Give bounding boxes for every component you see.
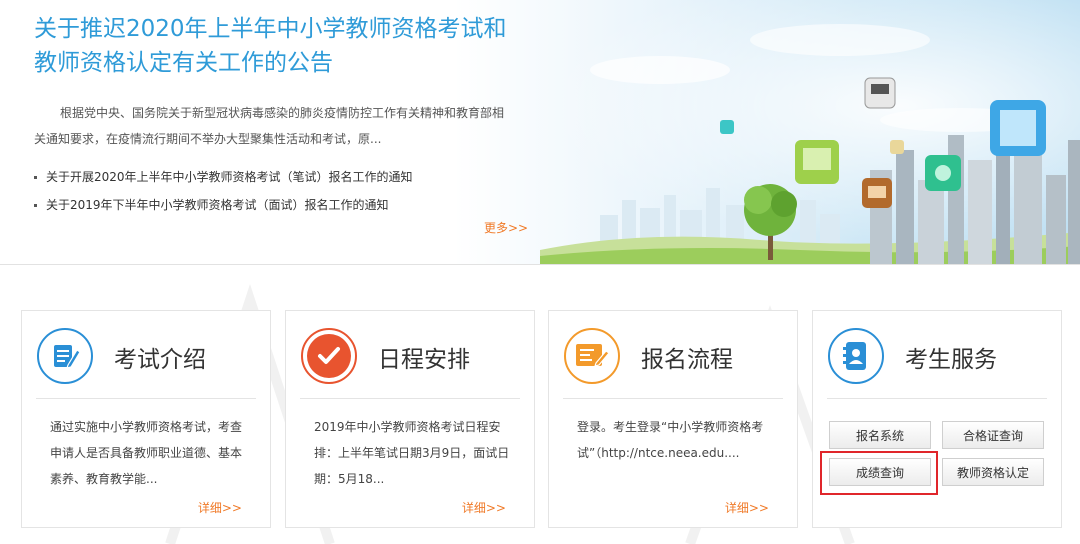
card-title: 日程安排 (378, 347, 470, 373)
card-description: 登录。考生登录“中小学教师资格考试”（http://ntce.neea.edu.… (577, 420, 764, 460)
candidate-services-card: 考生服务 (812, 310, 1062, 528)
headline-summary: 根据党中央、国务院关于新型冠状病毒感染的肺炎疫情防控工作有关精神和教育部相关通知… (34, 106, 505, 146)
certificate-query-button[interactable]: 合格证查询 (942, 421, 1044, 449)
exam-intro-card-header: 考试介绍 (22, 311, 270, 399)
card-title: 报名流程 (641, 347, 733, 373)
notice-item[interactable]: 关于2019年下半年中小学教师资格考试（面试）报名工作的通知 (34, 191, 413, 219)
card-divider (36, 398, 256, 399)
news-banner: 关于推迟2020年上半年中小学教师资格考试和教师资格认定有关工作的公告 根据党中… (0, 0, 1080, 265)
schedule-card-header: 日程安排 (286, 311, 534, 399)
exam-intro-detail-link[interactable]: 详细>> (198, 499, 242, 516)
more-news-link[interactable]: 更多>> (484, 219, 528, 236)
score-query-button[interactable]: 成绩查询 (829, 458, 931, 486)
card-divider (300, 398, 520, 399)
city-skyline-illustration (540, 24, 1080, 264)
address-book-icon (828, 328, 884, 384)
teacher-qualification-certification-button[interactable]: 教师资格认定 (942, 458, 1044, 486)
document-pencil-icon (37, 328, 93, 384)
registration-card: 报名流程 登录。考生登录“中小学教师资格考试”（http://ntce.neea… (548, 310, 798, 528)
schedule-card: 日程安排 2019年中小学教师资格考试日程安排：上半年笔试日期3月9日，面试日期… (285, 310, 535, 528)
card-description: 通过实施中小学教师资格考试，考查申请人是否具备教师职业道德、基本素养、教育教学能… (50, 420, 243, 486)
exam-intro-card: 考试介绍 通过实施中小学教师资格考试，考查申请人是否具备教师职业道德、基本素养、… (21, 310, 271, 528)
registration-card-header: 报名流程 (549, 311, 797, 399)
form-edit-icon (564, 328, 620, 384)
card-description: 2019年中小学教师资格考试日程安排：上半年笔试日期3月9日，面试日期：5月18… (314, 420, 510, 486)
notice-list: 关于开展2020年上半年中小学教师资格考试（笔试）报名工作的通知 关于2019年… (34, 163, 413, 219)
services-card-header: 考生服务 (813, 311, 1061, 399)
card-title: 考试介绍 (114, 347, 206, 373)
headline-link[interactable]: 关于推迟2020年上半年中小学教师资格考试和教师资格认定有关工作的公告 (34, 12, 514, 80)
registration-system-button[interactable]: 报名系统 (829, 421, 931, 449)
card-title: 考生服务 (905, 347, 997, 373)
notice-item[interactable]: 关于开展2020年上半年中小学教师资格考试（笔试）报名工作的通知 (34, 163, 413, 191)
schedule-detail-link[interactable]: 详细>> (462, 499, 506, 516)
card-divider (827, 398, 1047, 399)
registration-detail-link[interactable]: 详细>> (725, 499, 769, 516)
card-divider (563, 398, 783, 399)
checkmark-icon (301, 328, 357, 384)
